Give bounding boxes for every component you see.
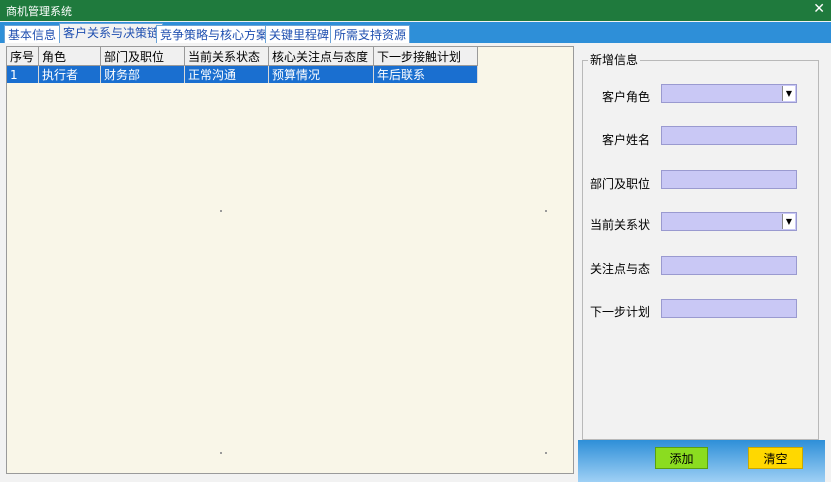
table-cell[interactable]: 年后联系 bbox=[373, 65, 478, 83]
customer-name-input[interactable] bbox=[661, 126, 797, 145]
table-cell[interactable]: 正常沟通 bbox=[184, 65, 269, 83]
customer-role-select[interactable]: ▼ bbox=[661, 84, 797, 103]
table-cell[interactable]: 财务部 bbox=[100, 65, 185, 83]
customer-role-label: 客户角色 bbox=[601, 90, 650, 104]
table-cell[interactable]: 预算情况 bbox=[268, 65, 374, 83]
tab-basic-info[interactable]: 基本信息 bbox=[4, 25, 61, 43]
window-title: 商机管理系统 bbox=[6, 5, 72, 18]
tab-strip: 基本信息 客户关系与决策链 竞争策略与核心方案 关键里程碑 所需支持资源 bbox=[0, 22, 831, 43]
next-plan-input[interactable] bbox=[661, 299, 797, 318]
grid-marker bbox=[220, 452, 222, 454]
relations-table[interactable]: 序号 角色 部门及职位 当前关系状态 核心关注点与态度 下一步接触计划 1 执行… bbox=[6, 46, 574, 474]
customer-name-label: 客户姓名 bbox=[601, 133, 650, 147]
chevron-down-icon[interactable]: ▼ bbox=[782, 86, 795, 101]
grid-marker bbox=[545, 210, 547, 212]
focus-attitude-label: 关注点与态 bbox=[589, 262, 650, 276]
table-header-row: 序号 角色 部门及职位 当前关系状态 核心关注点与态度 下一步接触计划 bbox=[7, 47, 478, 66]
department-label: 部门及职位 bbox=[589, 177, 650, 191]
relation-status-select[interactable]: ▼ bbox=[661, 212, 797, 231]
table-cell[interactable]: 执行者 bbox=[38, 65, 101, 83]
column-header-relation-status[interactable]: 当前关系状态 bbox=[184, 47, 269, 66]
title-bar: 商机管理系统 ✕ bbox=[0, 0, 831, 21]
table-row[interactable]: 1 执行者 财务部 正常沟通 预算情况 年后联系 bbox=[7, 65, 478, 83]
close-icon[interactable]: ✕ bbox=[813, 1, 825, 17]
grid-marker bbox=[220, 210, 222, 212]
add-button[interactable]: 添加 bbox=[655, 447, 708, 469]
relation-status-label: 当前关系状 bbox=[589, 218, 650, 232]
column-header-department[interactable]: 部门及职位 bbox=[100, 47, 185, 66]
column-header-focus-attitude[interactable]: 核心关注点与态度 bbox=[268, 47, 374, 66]
focus-attitude-input[interactable] bbox=[661, 256, 797, 275]
department-input[interactable] bbox=[661, 170, 797, 189]
new-info-legend: 新增信息 bbox=[588, 51, 641, 68]
new-info-group bbox=[582, 60, 819, 440]
tab-customer-relations[interactable]: 客户关系与决策链 bbox=[59, 23, 164, 43]
chevron-down-icon[interactable]: ▼ bbox=[782, 214, 795, 229]
grid-marker bbox=[545, 452, 547, 454]
column-header-index[interactable]: 序号 bbox=[7, 47, 39, 66]
tab-support-resources[interactable]: 所需支持资源 bbox=[330, 25, 411, 43]
clear-button[interactable]: 清空 bbox=[748, 447, 803, 469]
tab-milestones[interactable]: 关键里程碑 bbox=[265, 25, 334, 43]
column-header-next-plan[interactable]: 下一步接触计划 bbox=[373, 47, 478, 66]
column-header-role[interactable]: 角色 bbox=[38, 47, 101, 66]
table-cell[interactable]: 1 bbox=[7, 65, 39, 83]
next-plan-label: 下一步计划 bbox=[589, 305, 650, 319]
tab-competition-strategy[interactable]: 竞争策略与核心方案 bbox=[156, 25, 273, 43]
